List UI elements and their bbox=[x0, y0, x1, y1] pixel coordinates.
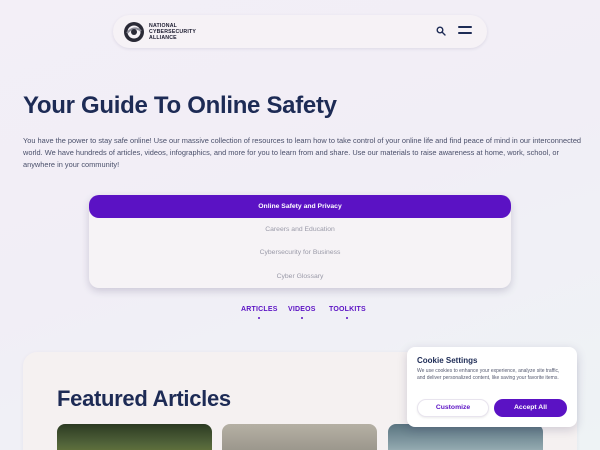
site-header: NATIONAL CYBERSECURITY ALLIANCE bbox=[113, 15, 487, 48]
tab-cyber-glossary[interactable]: Cyber Glossary bbox=[89, 265, 511, 288]
intro-paragraph: You have the power to stay safe online! … bbox=[23, 136, 582, 169]
subtab-toolkits-label: TOOLKITS bbox=[329, 306, 366, 313]
cookie-description: We use cookies to enhance your experienc… bbox=[417, 368, 560, 381]
content-type-tabs: ARTICLES VIDEOS TOOLKITS bbox=[0, 306, 600, 320]
dot-icon bbox=[300, 317, 303, 319]
tab-online-safety-and-privacy[interactable]: Online Safety and Privacy bbox=[89, 195, 511, 218]
subtab-articles[interactable]: ARTICLES bbox=[241, 306, 278, 319]
dot-icon bbox=[346, 317, 349, 319]
customize-button[interactable]: Customize bbox=[417, 399, 489, 417]
subtab-articles-label: ARTICLES bbox=[241, 306, 278, 313]
subtab-videos[interactable]: VIDEOS bbox=[288, 306, 316, 319]
subtab-videos-label: VIDEOS bbox=[288, 306, 316, 313]
logo-line-3: ALLIANCE bbox=[149, 35, 177, 41]
article-card-image[interactable] bbox=[388, 424, 543, 450]
menu-bar-top bbox=[458, 26, 472, 28]
page-title: Your Guide To Online Safety bbox=[23, 92, 337, 119]
logo-text[interactable]: NATIONAL CYBERSECURITY ALLIANCE bbox=[149, 23, 219, 41]
tab-cybersecurity-for-business[interactable]: Cybersecurity for Business bbox=[89, 241, 511, 264]
search-icon[interactable] bbox=[436, 26, 446, 36]
active-dot-icon bbox=[258, 317, 261, 319]
subtab-toolkits[interactable]: TOOLKITS bbox=[329, 306, 366, 319]
featured-articles-heading: Featured Articles bbox=[57, 386, 231, 411]
nca-logo-icon[interactable] bbox=[123, 21, 145, 43]
article-card-image[interactable] bbox=[222, 424, 377, 450]
tab-careers-and-education[interactable]: Careers and Education bbox=[89, 218, 511, 241]
accept-all-button[interactable]: Accept All bbox=[494, 399, 567, 417]
cookie-banner: Cookie Settings We use cookies to enhanc… bbox=[407, 347, 577, 427]
topic-tabs: Online Safety and Privacy Careers and Ed… bbox=[89, 195, 511, 288]
article-card-image[interactable] bbox=[57, 424, 212, 450]
cookie-title: Cookie Settings bbox=[417, 356, 478, 365]
menu-bar-bottom bbox=[458, 32, 472, 34]
hamburger-menu-icon[interactable] bbox=[458, 26, 472, 36]
